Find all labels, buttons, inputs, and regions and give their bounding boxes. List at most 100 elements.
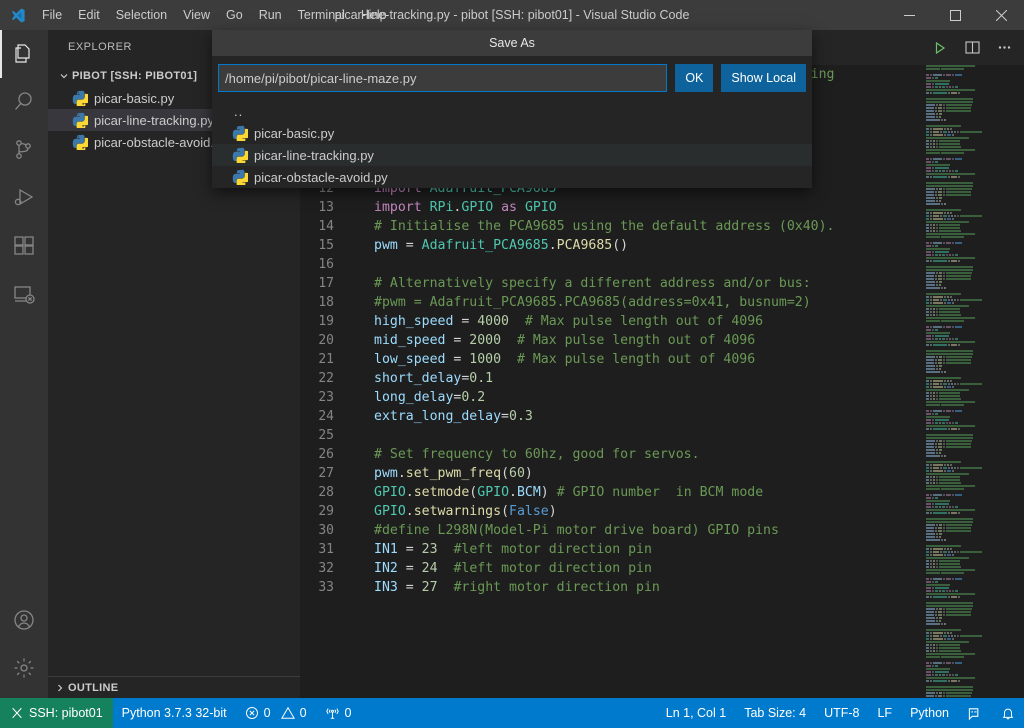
code-line[interactable]: 28 GPIO.setmode(GPIO.BCM) # GPIO number i… bbox=[300, 483, 924, 502]
menu-view[interactable]: View bbox=[175, 0, 218, 30]
split-editor-right-icon[interactable] bbox=[958, 34, 986, 62]
code-line[interactable]: 32 IN2 = 24 #left motor direction pin bbox=[300, 559, 924, 578]
code-line-text: IN1 = 23 #left motor direction pin bbox=[374, 542, 652, 557]
status-python-version[interactable]: Python 3.7.3 32-bit bbox=[113, 698, 236, 728]
code-line-text: import RPi.GPIO as GPIO bbox=[374, 200, 557, 215]
line-number: 23 bbox=[318, 390, 334, 405]
close-button[interactable] bbox=[978, 0, 1024, 30]
code-line-text: pwm = Adafruit_PCA9685.PCA9685() bbox=[374, 238, 629, 253]
status-bar: SSH: pibot01 Python 3.7.3 32-bit 0 0 0 L… bbox=[0, 698, 1024, 728]
save-as-item-picar-obstacle-avoid[interactable]: picar-obstacle-avoid.py bbox=[212, 166, 812, 188]
code-line[interactable]: 17 # Alternatively specify a different ad… bbox=[300, 274, 924, 293]
code-line[interactable]: 26 # Set frequency to 60hz, good for serv… bbox=[300, 445, 924, 464]
code-line[interactable]: 18 #pwm = Adafruit_PCA9685.PCA9685(addres… bbox=[300, 293, 924, 312]
status-feedback-smiley-icon[interactable] bbox=[958, 698, 992, 728]
activity-run-debug-icon[interactable] bbox=[0, 174, 48, 222]
code-line[interactable]: 27 pwm.set_pwm_freq(60) bbox=[300, 464, 924, 483]
save-as-item-label: picar-obstacle-avoid.py bbox=[254, 169, 388, 185]
activity-bar bbox=[0, 30, 48, 698]
code-line[interactable]: 13 import RPi.GPIO as GPIO bbox=[300, 198, 924, 217]
status-language-mode[interactable]: Python bbox=[901, 698, 958, 728]
save-as-dialog: Save As OK Show Local .. picar-basic.py … bbox=[212, 30, 812, 188]
menu-go[interactable]: Go bbox=[218, 0, 251, 30]
line-number: 19 bbox=[318, 314, 334, 329]
code-line-text: high_speed = 4000 # Max pulse length out… bbox=[374, 314, 764, 329]
status-warning-count: 0 bbox=[299, 706, 307, 720]
activity-search-icon[interactable] bbox=[0, 78, 48, 126]
save-as-item-picar-basic[interactable]: picar-basic.py bbox=[212, 122, 812, 144]
line-number: 22 bbox=[318, 371, 334, 386]
code-line-text: IN3 = 27 #right motor direction pin bbox=[374, 580, 660, 595]
vscode-logo-icon bbox=[0, 7, 34, 24]
code-line[interactable]: 33 IN3 = 27 #right motor direction pin bbox=[300, 578, 924, 597]
save-as-show-local-button[interactable]: Show Local bbox=[721, 64, 806, 92]
status-cursor-position[interactable]: Ln 1, Col 1 bbox=[657, 698, 735, 728]
menu-edit[interactable]: Edit bbox=[70, 0, 108, 30]
code-line[interactable]: 23 long_delay=0.2 bbox=[300, 388, 924, 407]
menu-help[interactable]: Help bbox=[353, 0, 395, 30]
code-line[interactable]: 16 bbox=[300, 255, 924, 274]
code-line-text: long_delay=0.2 bbox=[374, 390, 486, 405]
save-as-ok-button[interactable]: OK bbox=[675, 64, 714, 92]
line-number: 30 bbox=[318, 523, 334, 538]
status-port-count: 0 bbox=[344, 706, 352, 720]
code-line[interactable]: 25 bbox=[300, 426, 924, 445]
menu-file[interactable]: File bbox=[34, 0, 70, 30]
status-encoding-label: UTF-8 bbox=[824, 706, 860, 720]
status-eol-label: LF bbox=[877, 706, 893, 720]
code-line[interactable]: 15 pwm = Adafruit_PCA9685.PCA9685() bbox=[300, 236, 924, 255]
activity-source-control-icon[interactable] bbox=[0, 126, 48, 174]
status-eol[interactable]: LF bbox=[868, 698, 901, 728]
code-line[interactable]: 21 low_speed = 1000 # Max pulse length ou… bbox=[300, 350, 924, 369]
status-remote-host[interactable]: SSH: pibot01 bbox=[0, 698, 113, 728]
window-controls bbox=[886, 0, 1024, 30]
code-line[interactable]: 22 short_delay=0.1 bbox=[300, 369, 924, 388]
menu-selection[interactable]: Selection bbox=[108, 0, 175, 30]
run-python-file-icon[interactable] bbox=[926, 34, 954, 62]
explorer-file-label: picar-obstacle-avoid.py bbox=[94, 134, 228, 150]
status-python-label: Python 3.7.3 32-bit bbox=[121, 706, 227, 720]
status-error-count: 0 bbox=[263, 706, 271, 720]
activity-remote-explorer-icon[interactable] bbox=[0, 270, 48, 318]
menu-terminal[interactable]: Terminal bbox=[290, 0, 353, 30]
code-line-text: extra_long_delay=0.3 bbox=[374, 409, 533, 424]
code-line[interactable]: 31 IN1 = 23 #left motor direction pin bbox=[300, 540, 924, 559]
code-line[interactable]: 29 GPIO.setwarnings(False) bbox=[300, 502, 924, 521]
activity-settings-gear-icon[interactable] bbox=[0, 644, 48, 692]
status-notifications-bell-icon[interactable] bbox=[992, 698, 1024, 728]
status-tab-size[interactable]: Tab Size: 4 bbox=[735, 698, 815, 728]
editor-actions bbox=[926, 30, 1018, 65]
line-number: 13 bbox=[318, 200, 334, 215]
chevron-right-icon bbox=[52, 683, 68, 693]
editor-minimap[interactable] bbox=[924, 65, 1010, 698]
code-line[interactable]: 14 # Initialise the PCA9685 using the def… bbox=[300, 217, 924, 236]
code-line[interactable]: 19 high_speed = 4000 # Max pulse length o… bbox=[300, 312, 924, 331]
code-line[interactable]: 20 mid_speed = 2000 # Max pulse length ou… bbox=[300, 331, 924, 350]
code-line-text: GPIO.setwarnings(False) bbox=[374, 504, 557, 519]
activity-explorer-icon[interactable] bbox=[0, 30, 48, 78]
line-number: 14 bbox=[318, 219, 334, 234]
status-encoding[interactable]: UTF-8 bbox=[815, 698, 868, 728]
status-ports[interactable]: 0 bbox=[316, 698, 361, 728]
save-as-parent-directory[interactable]: .. bbox=[212, 100, 812, 122]
save-as-file-list: .. picar-basic.py picar-line-tracking.py… bbox=[212, 98, 812, 188]
save-as-dialog-title: Save As bbox=[212, 30, 812, 56]
explorer-file-label: picar-line-tracking.py bbox=[94, 112, 214, 128]
status-problems[interactable]: 0 0 bbox=[236, 698, 316, 728]
menu-run[interactable]: Run bbox=[251, 0, 290, 30]
code-line[interactable]: 24 extra_long_delay=0.3 bbox=[300, 407, 924, 426]
save-as-item-picar-line-tracking[interactable]: picar-line-tracking.py bbox=[212, 144, 812, 166]
minimize-button[interactable] bbox=[886, 0, 932, 30]
more-actions-icon[interactable] bbox=[990, 34, 1018, 62]
vscode-window: File Edit Selection View Go Run Terminal… bbox=[0, 0, 1024, 728]
editor-scrollbar[interactable] bbox=[1010, 65, 1024, 698]
code-line[interactable]: 30 #define L298N(Model-Pi motor drive boa… bbox=[300, 521, 924, 540]
activity-extensions-icon[interactable] bbox=[0, 222, 48, 270]
outline-section-header[interactable]: OUTLINE bbox=[48, 676, 300, 698]
line-number: 25 bbox=[318, 428, 334, 443]
chevron-down-icon bbox=[56, 71, 72, 81]
line-number: 29 bbox=[318, 504, 334, 519]
save-as-path-input[interactable] bbox=[218, 64, 668, 92]
maximize-button[interactable] bbox=[932, 0, 978, 30]
activity-accounts-icon[interactable] bbox=[0, 596, 48, 644]
